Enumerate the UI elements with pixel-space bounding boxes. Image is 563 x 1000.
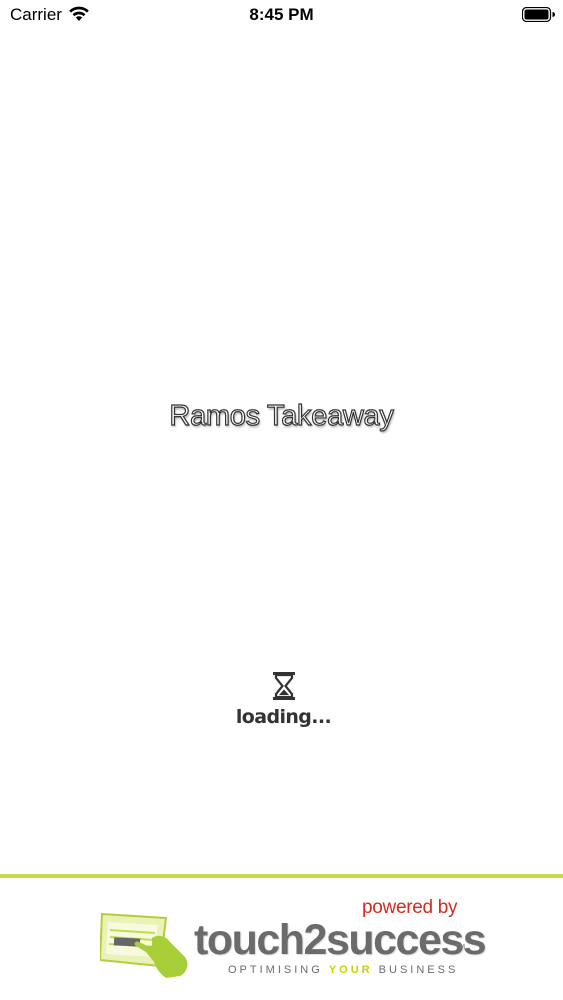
tagline-text-start: OPTIMISING bbox=[228, 964, 329, 976]
loading-label: loading... bbox=[235, 706, 332, 728]
trademark-mark: TM bbox=[455, 944, 466, 951]
tagline-text-end: BUSINESS bbox=[372, 964, 459, 976]
hourglass-icon bbox=[273, 672, 295, 700]
battery-full-icon bbox=[522, 7, 555, 22]
brand-tagline: OPTIMISING YOUR BUSINESS bbox=[228, 964, 458, 976]
tagline-accent: YOUR bbox=[328, 964, 373, 976]
status-time: 8:45 PM bbox=[249, 5, 314, 24]
powered-by-footer: powered by touch2success TM OPTIMISING Y… bbox=[0, 878, 563, 1000]
touch2success-logo-icon bbox=[100, 912, 188, 978]
brand-name: touch2success bbox=[194, 916, 487, 964]
splash-screen: Carrier 8:45 PM Ramos Takeaway loading..… bbox=[0, 0, 563, 1000]
status-bar: Carrier 8:45 PM bbox=[0, 0, 563, 30]
restaurant-title: Ramos Takeaway bbox=[169, 399, 395, 432]
